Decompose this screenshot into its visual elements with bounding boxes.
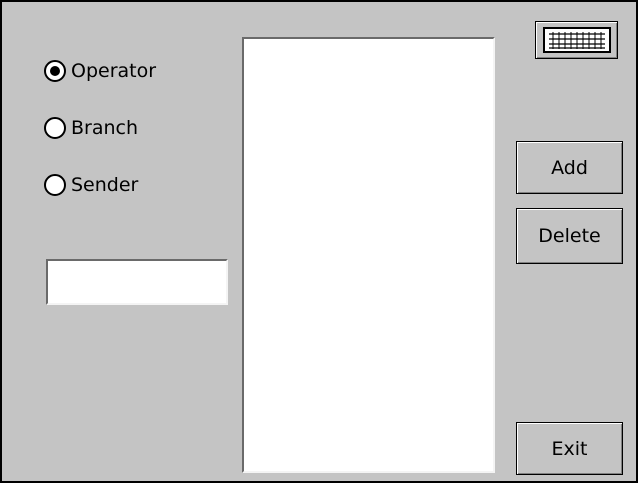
exit-button[interactable]: Exit — [516, 422, 623, 475]
radio-operator[interactable]: Operator — [44, 55, 156, 87]
radio-sender-label: Sender — [71, 174, 139, 196]
radio-branch-label: Branch — [71, 117, 139, 139]
delete-button[interactable]: Delete — [516, 208, 623, 264]
radio-button[interactable] — [44, 174, 66, 196]
text-input[interactable] — [46, 259, 228, 305]
list-box[interactable] — [242, 37, 495, 473]
keyboard-icon — [542, 27, 611, 53]
radio-button-selected[interactable] — [44, 60, 66, 82]
keyboard-button[interactable] — [535, 21, 618, 59]
dialog-window: Operator Branch Sender Add Delete Exit — [0, 0, 638, 483]
radio-branch[interactable]: Branch — [44, 112, 138, 144]
radio-operator-label: Operator — [71, 60, 157, 82]
radio-sender[interactable]: Sender — [44, 169, 138, 201]
add-button[interactable]: Add — [516, 141, 623, 194]
radio-button[interactable] — [44, 117, 66, 139]
radio-dot — [50, 66, 60, 76]
